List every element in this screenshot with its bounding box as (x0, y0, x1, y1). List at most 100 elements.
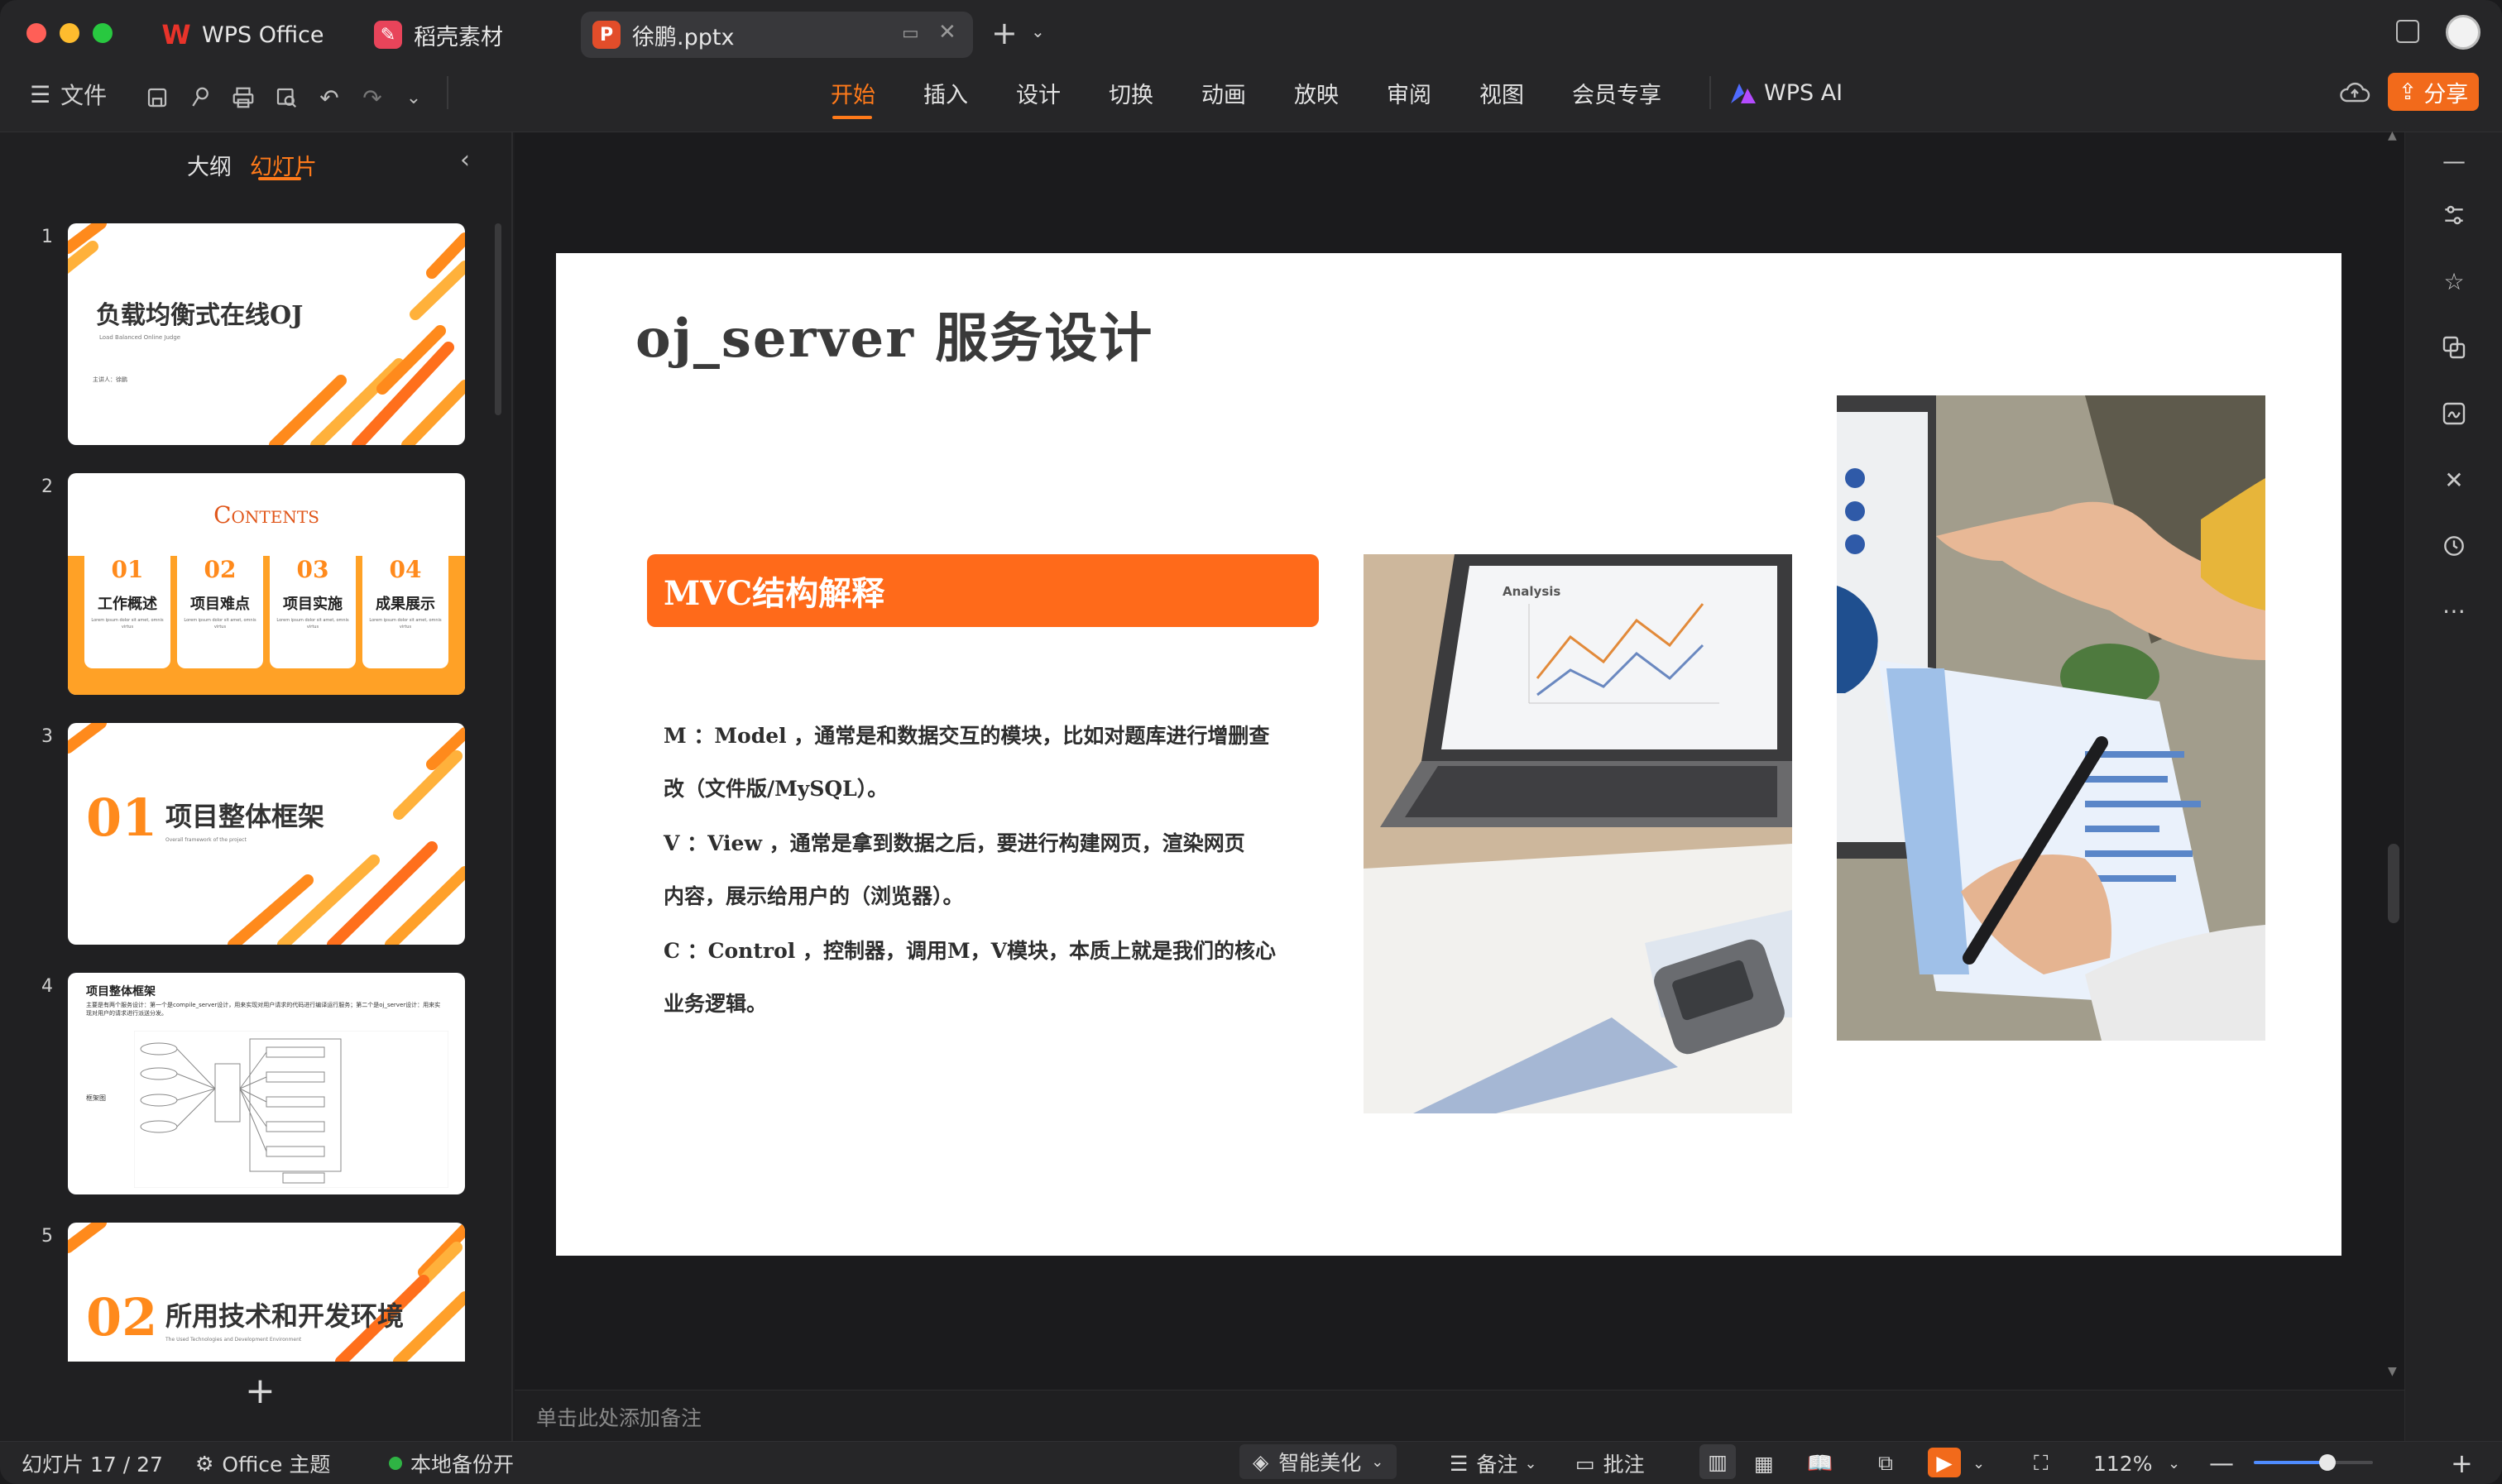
print-preview-icon[interactable] (270, 81, 303, 114)
theme-icon: ⚙ (195, 1451, 214, 1476)
theme-button[interactable]: ⚙ Office 主题 (195, 1449, 330, 1477)
zoom-slider-fill (2254, 1461, 2328, 1464)
pointing-hand-photo[interactable] (1837, 395, 2265, 1041)
slide-thumbnail-5[interactable]: 02 所用技术和开发环境 The Used Technologies and D… (68, 1223, 465, 1362)
new-tab-button[interactable]: + (991, 15, 1018, 51)
properties-sliders-icon[interactable] (2437, 199, 2471, 232)
smart-beautify-button[interactable]: ◈ 智能美化 ⌄ (1239, 1444, 1397, 1479)
contents-number: 02 (204, 556, 237, 583)
collapse-panel-icon[interactable]: ‹ (460, 146, 470, 175)
presenter-icon[interactable]: ⧉ (1878, 1449, 1893, 1477)
body-text-line[interactable]: V ：View ，通常是拿到数据之后，要进行构建网页，渲染网页 (664, 827, 1245, 857)
slide-number: 4 (41, 976, 53, 997)
file-menu[interactable]: ☰ 文件 (30, 78, 107, 111)
slide-thumbnail-3[interactable]: 01 项目整体框架 Overall framework of the proje… (68, 723, 465, 945)
sign-icon[interactable] (2437, 397, 2471, 430)
body-text-line[interactable]: 业务逻辑。 (664, 988, 767, 1017)
chevron-down-icon[interactable]: ⌄ (2168, 1449, 2180, 1477)
tab-docer[interactable]: ✎ 稻壳素材 (374, 12, 539, 58)
toolbar-divider (447, 76, 448, 109)
laptop-illustration (1364, 554, 1792, 1113)
menu-tab-3[interactable]: 设计 (1016, 76, 1061, 109)
notes-icon: ☰ (1450, 1451, 1469, 1476)
slide-counter[interactable]: 幻灯片 17 / 27 (22, 1449, 163, 1477)
menu-tab-4[interactable]: 切换 (1109, 76, 1153, 109)
share-label: 分享 (2423, 81, 2469, 108)
body-text-line[interactable]: 改（文件版/MySQL）。 (664, 773, 888, 802)
window-mode-icon[interactable]: ▭ (902, 23, 919, 44)
zoom-slider[interactable] (2254, 1454, 2373, 1471)
share-button[interactable]: ⇪ 分享 (2388, 73, 2479, 111)
menu-tab-8[interactable]: 视图 (1479, 76, 1524, 109)
beautify-label: 智能美化 (1278, 1451, 1362, 1475)
slide-thumbnail-1[interactable]: 负载均衡式在线OJ Load Balanced Online Judge 主讲人… (68, 223, 465, 445)
zoom-level[interactable]: 112% (2093, 1449, 2152, 1477)
more-tools-chevron-icon[interactable]: ⌄ (397, 81, 430, 114)
panel-scrollbar[interactable] (495, 223, 501, 415)
wps-ai-button[interactable]: WPS AI (1729, 76, 1843, 109)
fit-to-window-icon[interactable]: ⛶ (2034, 1449, 2049, 1477)
current-slide[interactable]: oj_server 服务设计 MVC结构解释 M ：Model ，通常是和数据交… (556, 253, 2341, 1256)
menu-tab-9[interactable]: 会员专享 (1572, 76, 1661, 109)
slide-title[interactable]: oj_server 服务设计 (635, 296, 1153, 372)
slide-number: 2 (41, 476, 53, 497)
body-text-line[interactable]: C ：Control ，控制器，调用M，V模块，本质上就是我们的核心 (664, 935, 1276, 965)
body-text-line[interactable]: M ：Model ，通常是和数据交互的模块，比如对题库进行增删查 (664, 720, 1269, 749)
chevron-down-icon[interactable]: ⌄ (1031, 22, 1045, 41)
notes-area[interactable]: 单击此处添加备注 (515, 1390, 2404, 1441)
add-slide-button[interactable]: + (245, 1370, 276, 1412)
star-icon[interactable]: ☆ (2437, 265, 2471, 298)
tab-wps-office[interactable]: W WPS Office (161, 12, 344, 58)
zoom-in-button[interactable]: + (2451, 1448, 2473, 1479)
menu-tab-7[interactable]: 审阅 (1387, 76, 1431, 109)
comments-button[interactable]: ▭ 批注 (1575, 1449, 1645, 1477)
minimize-window-button[interactable] (60, 23, 79, 43)
menu-tab-6[interactable]: 放映 (1294, 76, 1339, 109)
window-layout-icon[interactable] (2396, 20, 2419, 43)
slide-thumbnail-4[interactable]: 项目整体框架 主要是有两个服务设计：第一个是compile_server设计，用… (68, 973, 465, 1194)
slide-thumbnail-2[interactable]: Contents 01 工作概述 Lorem ipsum dolor sit ame… (68, 473, 465, 695)
tab-document[interactable]: P 徐鹏.pptx ▭ ✕ (581, 12, 973, 58)
body-text-line[interactable]: 内容，展示给用户的（浏览器）。 (664, 880, 964, 910)
reading-view-icon[interactable]: 📖 (1807, 1449, 1833, 1477)
menu-tab-5[interactable]: 动画 (1201, 76, 1246, 109)
contents-label: 成果展示 (376, 596, 435, 613)
close-window-button[interactable] (26, 23, 46, 43)
thumb-section-number: 01 (86, 787, 158, 848)
print-icon[interactable] (227, 81, 260, 114)
chevron-down-icon[interactable]: ⌄ (1972, 1449, 1985, 1477)
zoom-window-button[interactable] (93, 23, 113, 43)
menu-tab-1[interactable]: 开始 (831, 76, 875, 109)
tab-underline (258, 177, 301, 180)
scroll-up-arrow-icon[interactable]: ▲ (2388, 129, 2397, 142)
tools-icon[interactable]: ✕ (2437, 463, 2471, 496)
history-icon[interactable] (2437, 529, 2471, 562)
copy-slides-icon[interactable] (2437, 331, 2471, 364)
slide-sorter-icon[interactable]: ▦ (1754, 1449, 1774, 1477)
thumb-title: 项目整体框架 (165, 801, 325, 832)
laptop-analysis-photo[interactable]: Analysis (1364, 554, 1792, 1113)
docer-icon: ✎ (374, 21, 402, 49)
slide-number: 5 (41, 1226, 53, 1247)
cloud-sync-icon[interactable] (2338, 79, 2373, 108)
mvc-banner[interactable]: MVC结构解释 (647, 554, 1319, 627)
more-options-icon[interactable]: ⋯ (2437, 594, 2471, 627)
save-icon[interactable] (141, 81, 174, 114)
notes-toggle-button[interactable]: ☰ 备注 ⌄ (1450, 1449, 1537, 1477)
scroll-down-arrow-icon[interactable]: ▼ (2388, 1365, 2397, 1378)
close-tab-icon[interactable]: ✕ (938, 20, 956, 45)
redo-icon[interactable]: ↷ (356, 81, 389, 114)
chevron-down-icon: ⌄ (1371, 1453, 1384, 1471)
avatar[interactable] (2446, 15, 2480, 50)
minimize-pane-icon[interactable]: — (2437, 144, 2471, 177)
local-backup-button[interactable]: 本地备份开 (389, 1449, 514, 1477)
format-painter-icon[interactable] (184, 81, 217, 114)
contents-lorem: Lorem ipsum dolor sit amet, omnis virtus (276, 618, 349, 630)
editor-scrollbar[interactable] (2388, 844, 2399, 923)
undo-icon[interactable]: ↶ (313, 81, 346, 114)
normal-view-icon[interactable]: ▥ (1699, 1444, 1736, 1479)
menu-tab-2[interactable]: 插入 (923, 76, 968, 109)
zoom-out-button[interactable]: — (2209, 1449, 2234, 1478)
play-slideshow-button[interactable]: ▶ (1928, 1448, 1961, 1477)
tab-outline[interactable]: 大纲 (187, 149, 232, 181)
